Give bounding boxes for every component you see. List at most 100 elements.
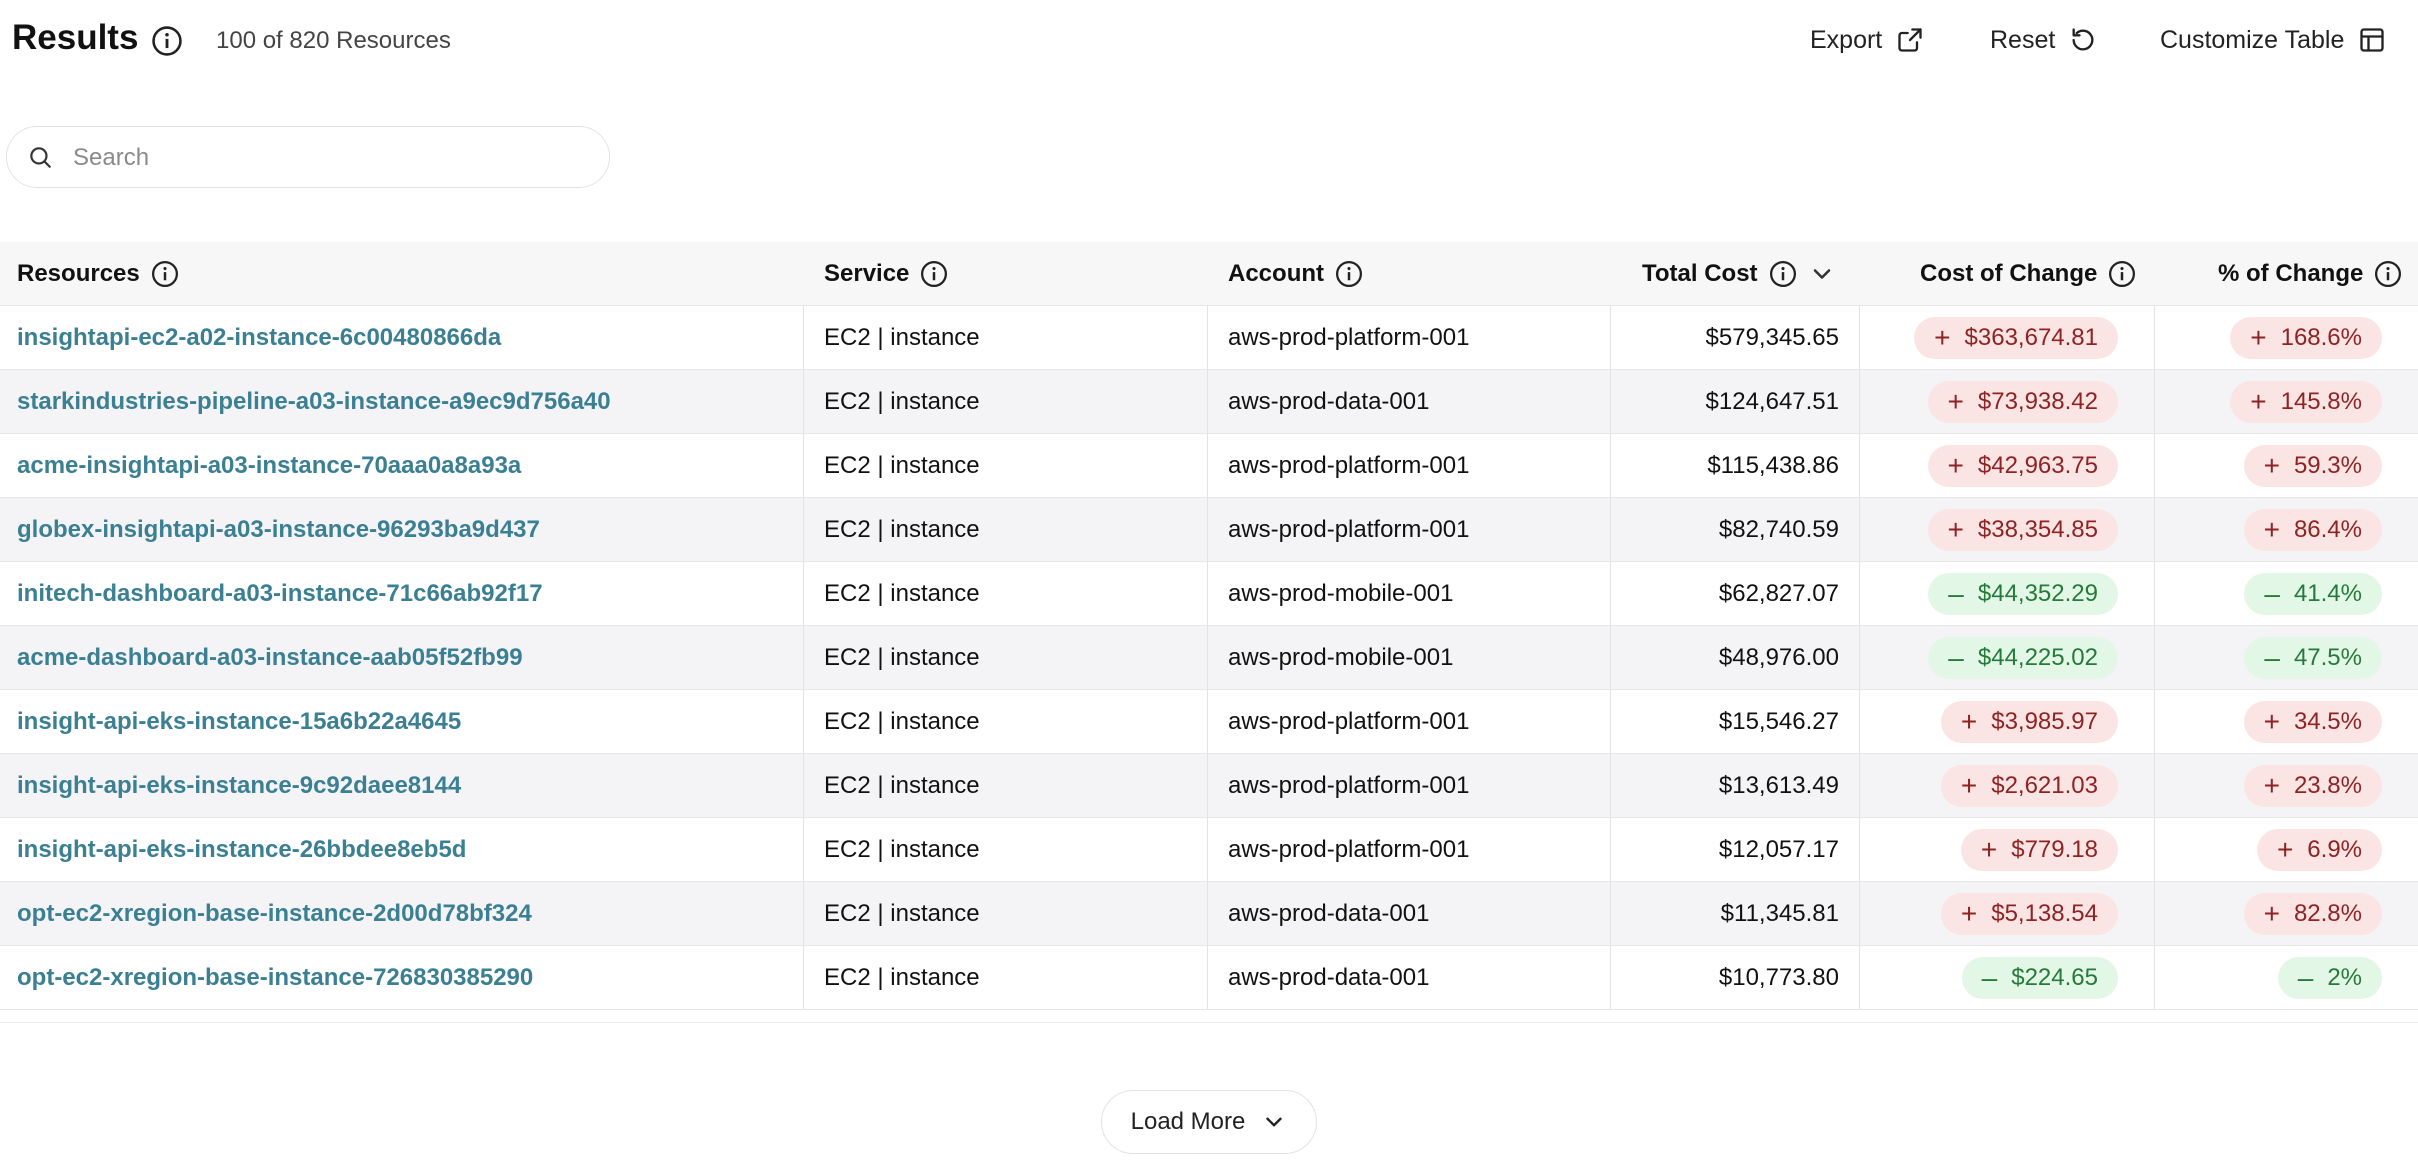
- pct-value: 23.8%: [2293, 771, 2362, 799]
- pct-value: 41.4%: [2293, 579, 2362, 607]
- pct-of-change-cell: +59.3%: [2155, 434, 2418, 497]
- info-icon[interactable]: [1768, 259, 1798, 289]
- table-footer-divider: [0, 1022, 2418, 1065]
- info-icon[interactable]: [2107, 259, 2137, 289]
- pct-sign: +: [2250, 321, 2267, 353]
- external-link-icon: [1898, 28, 1922, 52]
- pct-value: 59.3%: [2293, 451, 2362, 479]
- table-row[interactable]: insightapi-ec2-a02-instance-6c00480866da…: [0, 306, 2418, 370]
- info-icon[interactable]: [2373, 259, 2403, 289]
- change-sign: +: [1960, 705, 1978, 737]
- change-badge: – $44,352.29: [1928, 572, 2118, 615]
- pct-value: 2%: [2327, 963, 2362, 991]
- table-row[interactable]: insight-api-eks-instance-9c92daee8144 EC2…: [0, 754, 2418, 818]
- info-icon[interactable]: [150, 24, 184, 58]
- table-row[interactable]: acme-dashboard-a03-instance-aab05f52fb99…: [0, 626, 2418, 690]
- resource-link[interactable]: globex-insightapi-a03-instance-96293ba9d…: [17, 516, 540, 544]
- pct-value: 168.6%: [2280, 323, 2362, 351]
- pct-of-change-cell: –47.5%: [2155, 626, 2418, 689]
- table-row[interactable]: insight-api-eks-instance-26bbdee8eb5d EC2…: [0, 818, 2418, 882]
- column-label: Resources: [17, 260, 140, 287]
- pct-of-change-cell: –2%: [2155, 946, 2418, 1009]
- change-sign: +: [1947, 385, 1964, 417]
- account-cell: aws-prod-platform-001: [1208, 498, 1611, 561]
- table-row[interactable]: initech-dashboard-a03-instance-71c66ab92…: [0, 562, 2418, 626]
- resource-cell: acme-dashboard-a03-instance-aab05f52fb99: [0, 626, 804, 689]
- account-cell: aws-prod-mobile-001: [1208, 562, 1611, 625]
- pct-badge: +34.5%: [2243, 700, 2382, 743]
- customize-table-label: Customize Table: [2160, 25, 2345, 54]
- table-row[interactable]: insight-api-eks-instance-15a6b22a4645 EC2…: [0, 690, 2418, 754]
- resource-link[interactable]: initech-dashboard-a03-instance-71c66ab92…: [17, 580, 543, 608]
- search-input[interactable]: [71, 137, 595, 179]
- resource-link[interactable]: insight-api-eks-instance-15a6b22a4645: [17, 708, 461, 736]
- results-page: Results 100 of 820 Resources Export Rese…: [0, 0, 2418, 1170]
- change-sign: +: [1947, 449, 1964, 481]
- cost-of-change-cell: – $44,225.02: [1860, 626, 2155, 689]
- resource-link[interactable]: insightapi-ec2-a02-instance-6c00480866da: [17, 324, 501, 352]
- cost-of-change-cell: + $2,621.03: [1860, 754, 2155, 817]
- pct-badge: –2%: [2277, 956, 2382, 999]
- column-header-account[interactable]: Account: [1228, 242, 1364, 306]
- table-row[interactable]: opt-ec2-xregion-base-instance-7268303852…: [0, 946, 2418, 1010]
- change-badge: + $2,621.03: [1940, 764, 2118, 807]
- account-cell: aws-prod-data-001: [1208, 370, 1611, 433]
- table-row[interactable]: globex-insightapi-a03-instance-96293ba9d…: [0, 498, 2418, 562]
- column-header-cost-of-change[interactable]: Cost of Change: [1920, 242, 2137, 306]
- change-badge: + $38,354.85: [1927, 508, 2118, 551]
- resource-link[interactable]: acme-dashboard-a03-instance-aab05f52fb99: [17, 644, 523, 672]
- resource-cell: insightapi-ec2-a02-instance-6c00480866da: [0, 306, 804, 369]
- total-cost-cell: $115,438.86: [1611, 434, 1860, 497]
- reset-button[interactable]: Reset: [1990, 20, 2097, 60]
- column-header-pct-of-change[interactable]: % of Change: [2218, 242, 2403, 306]
- pct-badge: –47.5%: [2244, 636, 2382, 679]
- resource-link[interactable]: insight-api-eks-instance-26bbdee8eb5d: [17, 836, 466, 864]
- load-more-button[interactable]: Load More: [1101, 1090, 1317, 1154]
- resource-link[interactable]: acme-insightapi-a03-instance-70aaa0a8a93…: [17, 452, 521, 480]
- column-header-total-cost[interactable]: Total Cost: [1642, 242, 1836, 306]
- pct-badge: +6.9%: [2256, 828, 2382, 871]
- table-row[interactable]: opt-ec2-xregion-base-instance-2d00d78bf3…: [0, 882, 2418, 946]
- change-badge: + $42,963.75: [1927, 444, 2118, 487]
- resource-link[interactable]: opt-ec2-xregion-base-instance-2d00d78bf3…: [17, 900, 532, 928]
- column-label: Service: [824, 260, 910, 287]
- page-title: Results: [12, 18, 139, 57]
- pct-sign: –: [2297, 961, 2314, 993]
- info-icon[interactable]: [919, 259, 949, 289]
- resource-link[interactable]: insight-api-eks-instance-9c92daee8144: [17, 772, 461, 800]
- resource-link[interactable]: starkindustries-pipeline-a03-instance-a9…: [17, 388, 611, 416]
- resource-link[interactable]: opt-ec2-xregion-base-instance-7268303852…: [17, 964, 533, 992]
- total-cost-cell: $62,827.07: [1611, 562, 1860, 625]
- search-icon: [30, 147, 51, 168]
- column-header-service[interactable]: Service: [824, 242, 949, 306]
- account-cell: aws-prod-data-001: [1208, 882, 1611, 945]
- export-button[interactable]: Export: [1810, 20, 1924, 60]
- reset-icon: [2072, 28, 2094, 51]
- table-row[interactable]: starkindustries-pipeline-a03-instance-a9…: [0, 370, 2418, 434]
- cost-of-change-cell: – $224.65: [1860, 946, 2155, 1009]
- chevron-down-icon[interactable]: [1808, 260, 1836, 288]
- table-layout-icon: [2360, 28, 2385, 52]
- cost-of-change-cell: + $38,354.85: [1860, 498, 2155, 561]
- customize-table-button[interactable]: Customize Table: [2160, 20, 2386, 60]
- total-cost-cell: $11,345.81: [1611, 882, 1860, 945]
- column-label: Cost of Change: [1920, 260, 2098, 287]
- column-header-resources[interactable]: Resources: [17, 242, 180, 306]
- change-value: $42,963.75: [1977, 451, 2098, 479]
- cost-of-change-cell: + $779.18: [1860, 818, 2155, 881]
- pct-value: 145.8%: [2280, 387, 2362, 415]
- info-icon[interactable]: [1334, 259, 1364, 289]
- change-badge: + $73,938.42: [1927, 380, 2118, 423]
- change-sign: +: [1960, 897, 1978, 929]
- total-cost-cell: $12,057.17: [1611, 818, 1860, 881]
- service-cell: EC2 | instance: [804, 498, 1208, 561]
- service-cell: EC2 | instance: [804, 306, 1208, 369]
- resource-cell: insight-api-eks-instance-15a6b22a4645: [0, 690, 804, 753]
- info-icon[interactable]: [150, 259, 180, 289]
- total-cost-cell: $48,976.00: [1611, 626, 1860, 689]
- table-row[interactable]: acme-insightapi-a03-instance-70aaa0a8a93…: [0, 434, 2418, 498]
- pct-badge: –41.4%: [2244, 572, 2382, 615]
- total-cost-cell: $124,647.51: [1611, 370, 1860, 433]
- change-sign: +: [1980, 833, 1998, 865]
- total-cost-cell: $579,345.65: [1611, 306, 1860, 369]
